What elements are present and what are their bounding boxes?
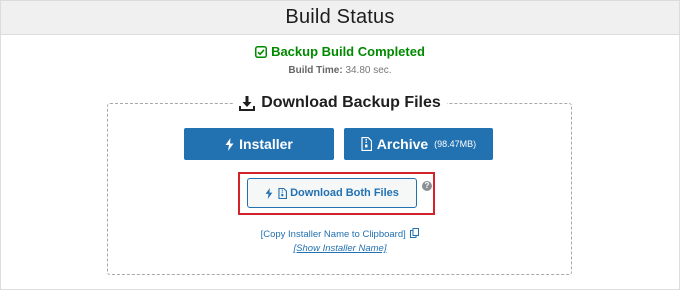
check-square-icon: [255, 45, 268, 58]
installer-label: Installer: [239, 136, 293, 152]
installer-button[interactable]: Installer: [184, 128, 334, 160]
download-both-label: Download Both Files: [290, 187, 399, 199]
download-section-title: Download Backup Files: [261, 94, 441, 111]
copy-installer-name-text[interactable]: [Copy Installer Name to Clipboard]: [261, 229, 406, 240]
build-status-message: Backup Build Completed: [0, 44, 680, 59]
page-title: Build Status: [285, 6, 395, 28]
download-icon: [239, 95, 256, 111]
archive-size: (98.47MB): [434, 139, 477, 149]
copy-installer-name-link[interactable]: [Copy Installer Name to Clipboard]: [0, 228, 680, 240]
copy-icon[interactable]: [410, 228, 420, 238]
download-both-button[interactable]: Download Both Files: [247, 178, 417, 208]
file-zip-icon: [278, 187, 288, 199]
build-time-label: Build Time:: [288, 65, 343, 76]
help-icon[interactable]: ?: [422, 181, 432, 191]
bolt-icon: [265, 187, 273, 199]
build-time: Build Time: 34.80 sec.: [0, 65, 680, 76]
file-zip-icon: [361, 137, 372, 151]
build-time-value: 34.80 sec.: [345, 65, 392, 76]
archive-button[interactable]: Archive (98.47MB): [344, 128, 493, 160]
bolt-icon: [225, 137, 234, 151]
download-legend: Download Backup Files: [0, 94, 680, 112]
archive-label: Archive: [376, 136, 429, 152]
show-installer-name-link[interactable]: [Show Installer Name]: [0, 243, 680, 254]
panel-header: Build Status: [1, 1, 679, 35]
status-text: Backup Build Completed: [271, 44, 425, 59]
